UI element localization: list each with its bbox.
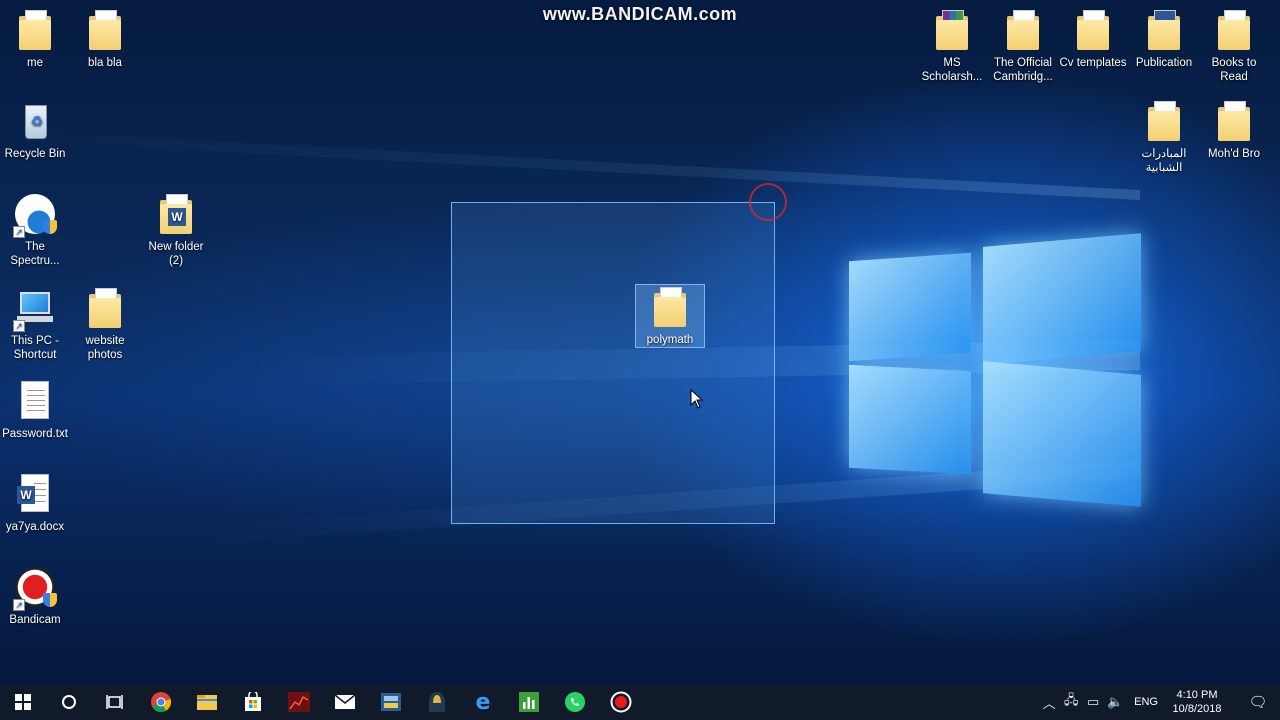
desktop-icon-new-folder-2[interactable]: W New folder (2) xyxy=(141,194,211,268)
desktop-icon-youth-initiatives[interactable]: المبادرات الشبابية xyxy=(1129,101,1199,175)
icon-label: This PC - Shortcut xyxy=(11,335,59,361)
file-explorer-icon[interactable] xyxy=(184,684,230,720)
icon-label: Cv templates xyxy=(1059,57,1127,69)
clock-time: 4:10 PM xyxy=(1176,689,1218,701)
icon-label: Bandicam xyxy=(9,614,61,626)
whatsapp-icon[interactable] xyxy=(552,684,598,720)
cad-app-icon[interactable] xyxy=(368,684,414,720)
taskbar: e ︿ 🖧 ▭ 🔈 ENG 4:10 PM 10/8/2018 🗨 xyxy=(0,684,1280,720)
icon-label: bla bla xyxy=(88,57,122,69)
battery-icon[interactable]: ▭ xyxy=(1082,694,1104,710)
desktop-icon-polymath[interactable]: polymath xyxy=(635,287,705,347)
folder-icon xyxy=(1214,101,1254,143)
icon-label: Recycle Bin xyxy=(4,148,66,160)
volume-icon[interactable]: 🔈 xyxy=(1104,694,1126,710)
record-icon[interactable] xyxy=(598,684,644,720)
icon-label: Moh'd Bro xyxy=(1207,148,1261,160)
mail-icon[interactable] xyxy=(322,684,368,720)
desktop-icon-mohd-bro[interactable]: Moh'd Bro xyxy=(1199,101,1269,161)
start-icon[interactable] xyxy=(0,684,46,720)
bandicam-watermark: www.BANDICAM.com xyxy=(542,4,738,24)
mouse-cursor-icon xyxy=(690,389,704,409)
desktop-icon-recycle-bin[interactable]: ♻ Recycle Bin xyxy=(0,101,70,161)
icon-label: New folder (2) xyxy=(148,241,204,267)
folder-icon xyxy=(85,288,125,330)
icon-label: polymath xyxy=(646,334,694,346)
bandicam-icon: ↗ xyxy=(13,567,57,611)
charts-app-icon[interactable] xyxy=(506,684,552,720)
clock-date: 10/8/2018 xyxy=(1172,703,1222,715)
folder-icon: W xyxy=(156,194,196,236)
ghost-app-icon[interactable] xyxy=(414,684,460,720)
task-view-icon[interactable] xyxy=(92,684,138,720)
icon-label: website photos xyxy=(85,335,125,361)
icon-label: ya7ya.docx xyxy=(5,521,65,533)
computer-icon: ↗ xyxy=(13,288,55,332)
icon-label: The Spectru... xyxy=(10,241,60,267)
app-shortcut-icon: ↗ xyxy=(13,194,57,238)
desktop-icon-spectrum[interactable]: ↗ The Spectru... xyxy=(0,194,70,268)
notification-center-icon[interactable]: 🗨 xyxy=(1236,693,1280,711)
desktop-icon-password-txt[interactable]: Password.txt xyxy=(0,381,70,441)
desktop-icon-this-pc[interactable]: ↗ This PC - Shortcut xyxy=(0,288,70,362)
icon-label: Password.txt xyxy=(2,428,68,440)
edge-icon[interactable]: e xyxy=(460,684,506,720)
icon-label: Publication xyxy=(1135,57,1193,69)
icon-label: المبادرات الشبابية xyxy=(1141,148,1187,174)
icon-label: me xyxy=(27,57,43,69)
text-file-icon xyxy=(15,381,55,423)
cortana-icon[interactable] xyxy=(46,684,92,720)
network-icon[interactable]: 🖧 xyxy=(1060,691,1082,713)
icon-label: The Official Cambridg... xyxy=(993,57,1053,83)
language-indicator[interactable]: ENG xyxy=(1134,696,1158,708)
clock[interactable]: 4:10 PM 10/8/2018 xyxy=(1168,688,1226,716)
chevron-up-icon[interactable]: ︿ xyxy=(1038,693,1060,712)
icon-label: Books to Read xyxy=(1211,57,1257,83)
word-document-icon: W xyxy=(15,474,55,516)
store-icon[interactable] xyxy=(230,684,276,720)
system-tray: ︿ 🖧 ▭ 🔈 ENG 4:10 PM 10/8/2018 🗨 xyxy=(1038,684,1280,720)
icon-label: MS Scholarsh... xyxy=(921,57,983,83)
desktop-icon-bandicam[interactable]: ↗ Bandicam xyxy=(0,567,70,627)
folder-icon xyxy=(1144,101,1184,143)
desktop-icon-ya7ya-docx[interactable]: W ya7ya.docx xyxy=(0,474,70,534)
stock-app-icon[interactable] xyxy=(276,684,322,720)
folder-icon xyxy=(650,287,690,329)
recycle-bin-icon: ♻ xyxy=(15,101,55,143)
chrome-icon[interactable] xyxy=(138,684,184,720)
click-indicator-ring xyxy=(749,183,787,221)
desktop[interactable]: me bla bla ♻ Recycle Bin ↗ The Spectru..… xyxy=(0,0,1280,684)
desktop-icon-website-photos[interactable]: website photos xyxy=(70,288,140,362)
drag-selection-rectangle xyxy=(451,202,775,524)
